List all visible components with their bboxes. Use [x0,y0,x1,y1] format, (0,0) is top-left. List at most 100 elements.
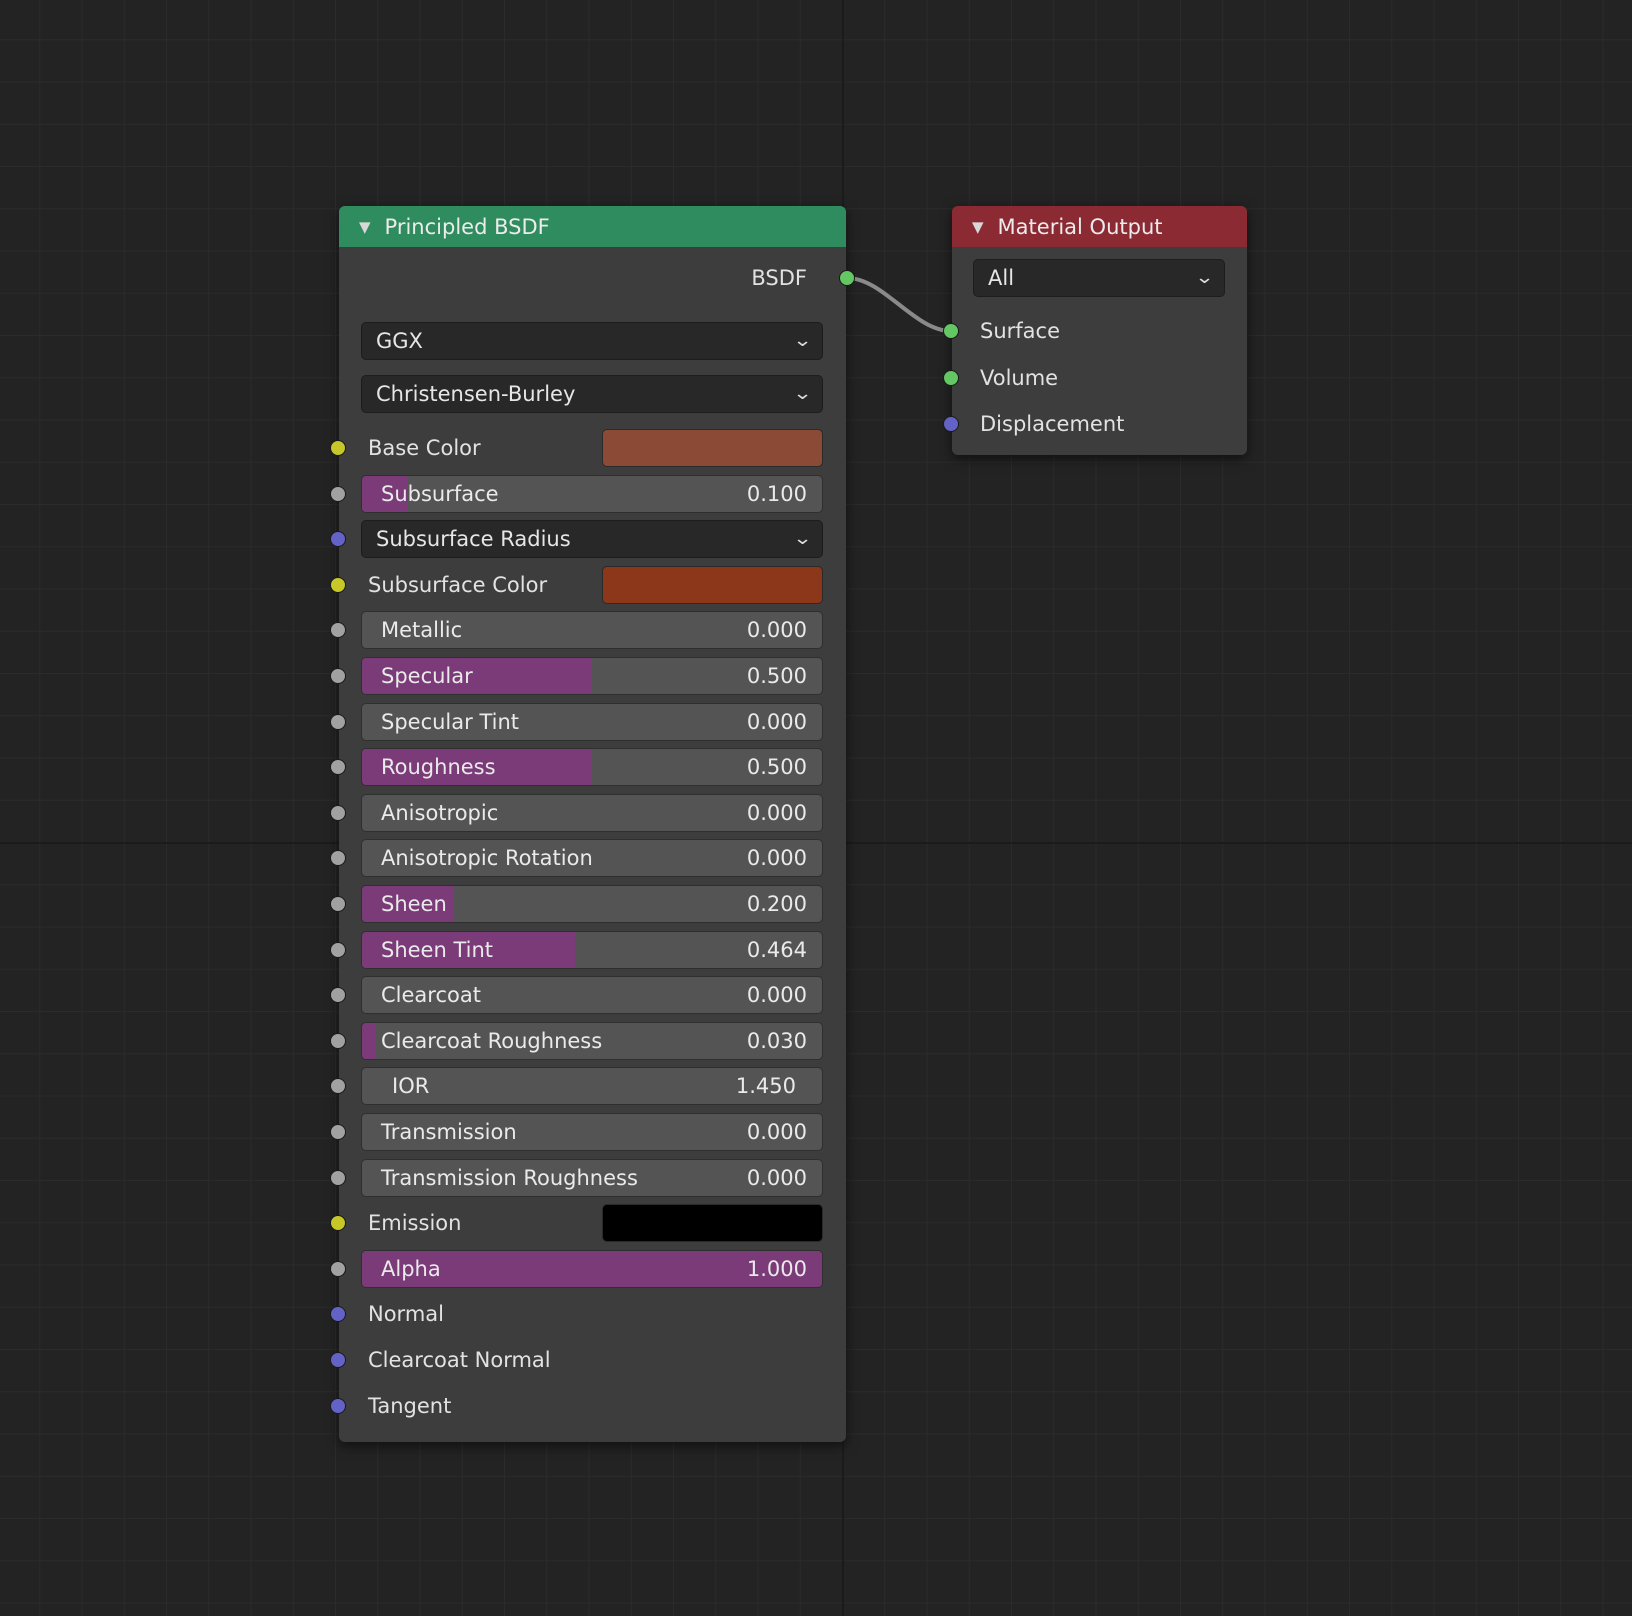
node-title: Material Output [997,214,1163,239]
subsurface-slider[interactable]: Subsurface 0.100 [361,474,823,513]
clearcoat-slider[interactable]: Clearcoat 0.000 [361,976,823,1015]
base-color-color-swatch[interactable] [602,429,823,467]
collapse-triangle-icon[interactable]: ▼ [359,218,371,236]
subsurface-socket[interactable] [330,485,346,502]
input-row-emission: Emission [330,1204,846,1243]
bsdf-output-socket[interactable] [839,270,855,286]
emission-color-swatch[interactable] [602,1204,823,1243]
input-row-roughness: Roughness 0.500 [330,748,846,787]
subsurface-method-dropdown[interactable]: Christensen-Burley ⌄ [361,375,823,413]
clearcoat-roughness-value: 0.030 [746,1028,807,1053]
sheen-tint-slider[interactable]: Sheen Tint 0.464 [361,930,823,969]
emission-label: Emission [368,1211,462,1236]
collapse-triangle-icon[interactable]: ▼ [972,218,984,236]
input-row-clearcoat: Clearcoat 0.000 [330,976,846,1015]
principled-bsdf-header[interactable]: ▼ Principled BSDF [339,206,846,247]
clearcoat-label: Clearcoat [381,983,481,1008]
node-title: Principled BSDF [384,214,550,239]
normal-label: Normal [368,1302,444,1327]
principled-bsdf-node[interactable]: ▼ Principled BSDF BSDF GGX ⌄ Christensen… [330,206,855,1442]
transmission-roughness-socket[interactable] [330,1169,346,1186]
transmission-value: 0.000 [746,1120,807,1144]
sheen-slider[interactable]: Sheen 0.200 [361,885,823,923]
clearcoat-roughness-slider[interactable]: Clearcoat Roughness 0.030 [361,1021,823,1060]
tangent-socket[interactable] [330,1397,346,1414]
subsurface-radius-socket[interactable] [330,531,346,548]
input-row-alpha: Alpha 1.000 [330,1249,846,1288]
metallic-socket[interactable] [330,622,346,639]
input-row-transmission-roughness: Transmission Roughness 0.000 [330,1158,846,1197]
ior-slider[interactable]: IOR 1.450 [361,1067,823,1106]
subsurface-label: Subsurface [381,481,499,506]
emission-socket[interactable] [330,1215,346,1232]
subsurface-radius-dropdown[interactable]: Subsurface Radius ⌄ [361,520,823,559]
specular-tint-socket[interactable] [330,713,346,730]
distribution-dropdown[interactable]: GGX ⌄ [361,322,823,360]
bsdf-output-label: BSDF [751,266,807,290]
link-bsdf-to-surface[interactable] [846,276,952,333]
input-row-sheen: Sheen 0.200 [330,885,846,923]
ior-label: IOR [392,1074,430,1099]
clearcoat-socket[interactable] [330,987,346,1004]
sheen-socket[interactable] [330,896,346,912]
anisotropic-rotation-slider[interactable]: Anisotropic Rotation 0.000 [361,839,823,878]
subsurface-radius-label: Subsurface Radius [376,527,571,552]
roughness-slider[interactable]: Roughness 0.500 [361,748,823,787]
specular-socket[interactable] [330,668,346,684]
clearcoat-value: 0.000 [746,983,807,1008]
input-row-ior: IOR 1.450 [330,1067,846,1106]
transmission-slider[interactable]: Transmission 0.000 [361,1113,823,1151]
input-row-normal: Normal [330,1295,846,1333]
volume-label: Volume [980,365,1059,390]
transmission-roughness-slider[interactable]: Transmission Roughness 0.000 [361,1158,823,1197]
anisotropic-rotation-label: Anisotropic Rotation [381,846,593,871]
alpha-slider[interactable]: Alpha 1.000 [361,1249,823,1288]
bsdf-output-row: BSDF [339,259,855,297]
ior-socket[interactable] [330,1078,346,1095]
input-row-subsurface: Subsurface 0.100 [330,474,846,513]
surface-socket[interactable] [943,323,959,339]
clearcoat-roughness-slider-fill [362,1022,376,1059]
anisotropic-value: 0.000 [746,800,807,825]
clearcoat-normal-socket[interactable] [330,1352,346,1368]
material-output-header[interactable]: ▼ Material Output [952,206,1247,247]
input-row-clearcoat-normal: Clearcoat Normal [330,1341,846,1379]
transmission-roughness-value: 0.000 [746,1165,807,1190]
subsurface-color-socket[interactable] [330,576,346,593]
metallic-slider[interactable]: Metallic 0.000 [361,611,823,650]
specular-tint-value: 0.000 [746,709,807,734]
specular-value: 0.500 [746,664,807,688]
target-dropdown[interactable]: All ⌄ [973,259,1225,297]
alpha-socket[interactable] [330,1260,346,1277]
input-row-metallic: Metallic 0.000 [330,611,846,650]
displacement-socket[interactable] [943,416,959,432]
chevron-down-icon: ⌄ [792,528,813,550]
specular-tint-slider[interactable]: Specular Tint 0.000 [361,702,823,741]
chevron-down-icon: ⌄ [792,330,813,351]
roughness-socket[interactable] [330,759,346,776]
specular-slider[interactable]: Specular 0.500 [361,657,823,695]
base-color-socket[interactable] [330,440,346,456]
node-editor-canvas[interactable]: ▼ Principled BSDF BSDF GGX ⌄ Christensen… [0,0,1632,1616]
sheen-tint-socket[interactable] [330,941,346,958]
normal-socket[interactable] [330,1306,346,1323]
roughness-label: Roughness [381,755,496,780]
volume-socket[interactable] [943,369,959,386]
anisotropic-socket[interactable] [330,804,346,821]
anisotropic-slider[interactable]: Anisotropic 0.000 [361,793,823,832]
subsurface-color-color-swatch[interactable] [602,565,823,604]
input-row-surface: Surface [943,312,1247,350]
subsurface-value: 0.100 [746,481,807,506]
clearcoat-normal-label: Clearcoat Normal [368,1348,551,1372]
input-row-transmission: Transmission 0.000 [330,1113,846,1151]
anisotropic-rotation-socket[interactable] [330,850,346,867]
metallic-label: Metallic [381,618,463,643]
input-row-volume: Volume [943,359,1247,397]
clearcoat-roughness-socket[interactable] [330,1032,346,1049]
subsurface-method-value: Christensen-Burley [376,382,576,406]
transmission-socket[interactable] [330,1124,346,1140]
material-output-node[interactable]: ▼ Material Output All ⌄ Surface Volume Dis… [943,206,1247,455]
distribution-value: GGX [376,329,423,353]
base-color-label: Base Color [368,436,481,460]
input-row-base-color: Base Color [330,429,846,467]
